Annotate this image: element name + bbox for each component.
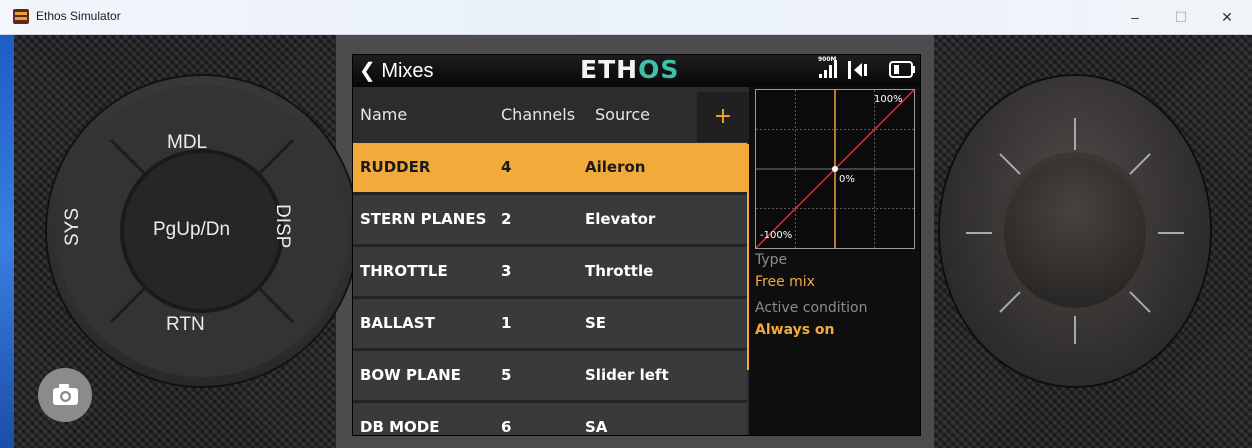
mix-row-rudder[interactable]: RUDDER 4 Aileron [353, 143, 747, 195]
mix-row-stern-planes[interactable]: STERN PLANES 2 Elevator [353, 195, 747, 247]
minimize-button[interactable]: – [1112, 0, 1158, 34]
curve-min-label: -100% [760, 230, 793, 241]
mix-row-ballast[interactable]: BALLAST 1 SE [353, 299, 747, 351]
battery-icon [889, 61, 915, 78]
type-label: Type [755, 252, 788, 268]
mix-source: SE [585, 314, 607, 332]
column-source: Source [595, 105, 650, 124]
back-button[interactable]: ❮ Mixes [359, 58, 434, 83]
mix-channels: 2 [501, 210, 512, 228]
radio-screen: ❮ Mixes ETHOS 900M Name Channels Source … [352, 54, 921, 436]
rotary-encoder[interactable] [940, 76, 1210, 386]
window-title: Ethos Simulator [36, 9, 121, 23]
list-scrollbar[interactable] [747, 144, 749, 370]
mix-source: SA [585, 418, 608, 435]
mix-source: Slider left [585, 366, 669, 384]
mix-name: BOW PLANE [360, 366, 461, 384]
navigation-dial: MDL PgUp/Dn RTN SYS DISP [47, 76, 357, 386]
column-name: Name [360, 105, 408, 124]
curve-grid [755, 89, 915, 249]
mix-channels: 3 [501, 262, 512, 280]
type-value: Free mix [755, 274, 815, 290]
mix-channels: 1 [501, 314, 512, 332]
mdl-button[interactable]: MDL [167, 132, 207, 154]
mix-name: STERN PLANES [360, 210, 487, 228]
mix-name: BALLAST [360, 314, 435, 332]
ethos-logo: ETHOS [580, 55, 680, 84]
curve-max-label: 100% [874, 94, 903, 105]
mix-channels: 6 [501, 418, 512, 435]
screenshot-button[interactable] [38, 368, 92, 422]
mix-row-bow-plane[interactable]: BOW PLANE 5 Slider left [353, 351, 747, 403]
mix-channels: 5 [501, 366, 512, 384]
mix-name: RUDDER [360, 158, 431, 176]
mixes-list: Name Channels Source + RUDDER 4 Aileron … [353, 87, 749, 435]
ethos-app-icon [13, 9, 29, 24]
add-mix-button[interactable]: + [697, 92, 749, 142]
mix-name: THROTTLE [360, 262, 448, 280]
maximize-button[interactable]: ☐ [1158, 0, 1204, 34]
mix-source: Throttle [585, 262, 654, 280]
active-condition-label: Active condition [755, 300, 868, 316]
mix-row-db-mode[interactable]: DB MODE 6 SA [353, 403, 747, 435]
desktop-edge [0, 35, 14, 448]
active-condition-value: Always on [755, 322, 835, 338]
sys-button[interactable]: SYS [62, 208, 84, 246]
pgup-dn-button[interactable]: PgUp/Dn [153, 219, 230, 241]
mix-row-throttle[interactable]: THROTTLE 3 Throttle [353, 247, 747, 299]
encoder-ticks [966, 118, 1184, 344]
mix-curve-graph: 100% 0% -100% [755, 89, 915, 249]
column-channels: Channels [501, 105, 576, 124]
mix-source: Aileron [585, 158, 646, 176]
screen-top-bar: ❮ Mixes ETHOS 900M [353, 55, 920, 87]
title-bar: Ethos Simulator – ☐ ✕ [0, 0, 1252, 35]
mix-channels: 4 [501, 158, 512, 176]
camera-icon [53, 384, 78, 405]
mix-name: DB MODE [360, 418, 440, 435]
rtn-button[interactable]: RTN [166, 314, 205, 336]
close-button[interactable]: ✕ [1204, 0, 1250, 34]
curve-mid-label: 0% [839, 174, 855, 185]
disp-button[interactable]: DISP [271, 204, 293, 248]
mix-source: Elevator [585, 210, 656, 228]
speaker-icon [848, 61, 867, 79]
